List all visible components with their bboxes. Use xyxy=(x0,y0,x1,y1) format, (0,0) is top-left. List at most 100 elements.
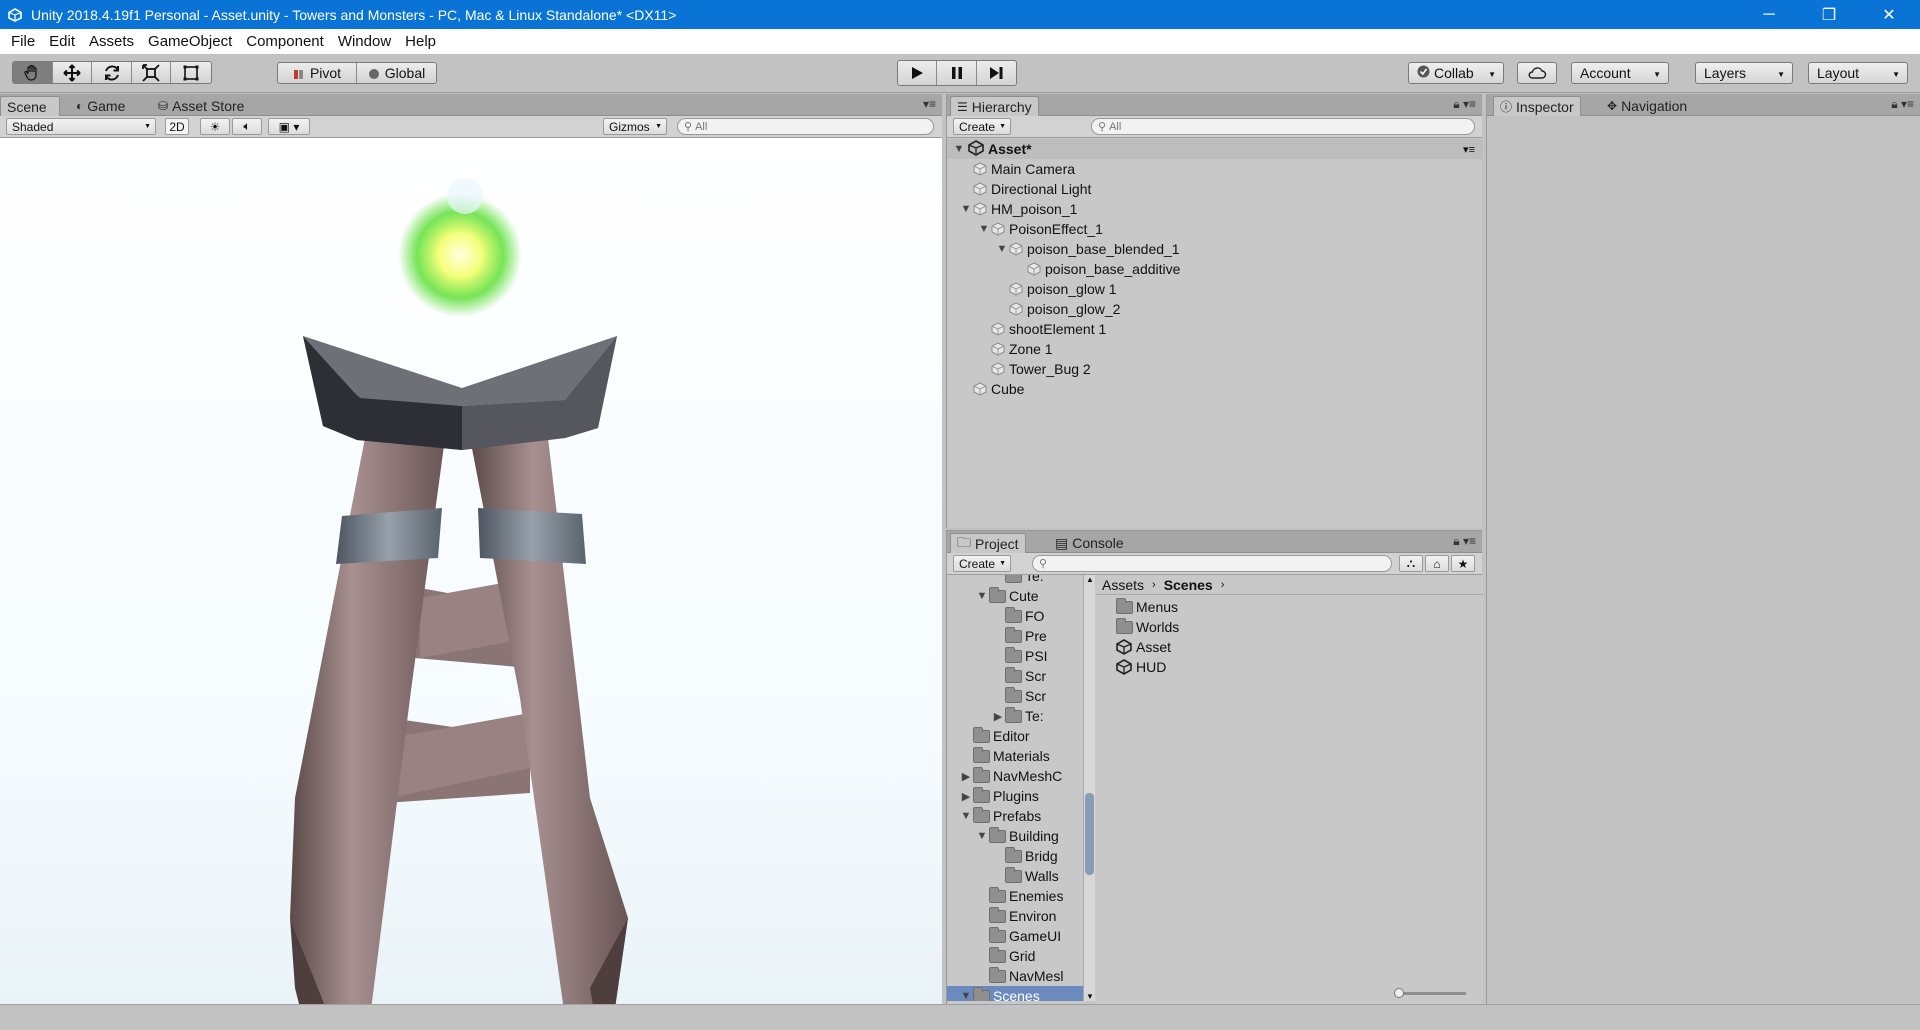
lighting-toggle[interactable]: ☀ xyxy=(200,118,230,135)
project-folder-item[interactable]: FO xyxy=(991,606,1044,626)
scene-menu-icon[interactable]: ▾≡ xyxy=(1463,143,1475,156)
pause-button[interactable] xyxy=(937,61,977,85)
menu-window[interactable]: Window xyxy=(331,33,398,50)
project-folder-item[interactable]: Materials xyxy=(959,746,1050,766)
hierarchy-item[interactable]: ▼ PoisonEffect_1 xyxy=(977,219,1103,239)
project-folder-item[interactable]: Editor xyxy=(959,726,1030,746)
fold-arrow-icon[interactable]: ▼ xyxy=(959,990,973,1001)
tab-game[interactable]: ◐ Game xyxy=(70,96,131,116)
hierarchy-item[interactable]: Tower_Bug 2 xyxy=(977,359,1091,379)
layout-dropdown[interactable]: Layout ▼ xyxy=(1808,62,1908,84)
hierarchy-create-dropdown[interactable]: Create ▼ xyxy=(953,118,1011,135)
tab-asset-store[interactable]: ⛁ Asset Store xyxy=(152,96,250,116)
fold-arrow-icon[interactable]: ▼ xyxy=(975,590,989,602)
project-folder-item[interactable]: ▶ Plugins xyxy=(959,786,1039,806)
gizmos-dropdown[interactable]: Gizmos ▼ xyxy=(603,118,667,135)
step-button[interactable] xyxy=(977,61,1016,85)
project-folder-item[interactable]: Grid xyxy=(975,946,1035,966)
tab-scene[interactable]: Scene xyxy=(0,96,60,116)
project-folder-item[interactable]: Scr xyxy=(991,666,1046,686)
project-folder-item[interactable]: Te: xyxy=(991,575,1044,586)
minimize-button[interactable]: ─ xyxy=(1741,0,1797,29)
hierarchy-item[interactable]: Cube xyxy=(959,379,1024,399)
project-folder-item[interactable]: Bridg xyxy=(991,846,1058,866)
fold-arrow-icon[interactable]: ▼ xyxy=(959,203,973,215)
hierarchy-item[interactable]: poison_base_additive xyxy=(1013,259,1180,279)
project-folder-item[interactable]: Pre xyxy=(991,626,1047,646)
breadcrumb-scenes[interactable]: Scenes xyxy=(1164,577,1213,593)
lock-icon[interactable]: 🔒︎ ▾≡ xyxy=(1453,534,1476,549)
scene-search-input[interactable]: ⚲ All xyxy=(677,118,934,135)
scale-tool-button[interactable] xyxy=(132,62,172,83)
tab-navigation[interactable]: ✥ Navigation xyxy=(1601,96,1693,116)
project-create-dropdown[interactable]: Create ▼ xyxy=(953,555,1011,572)
effects-dropdown[interactable]: ▣ ▾ xyxy=(268,118,310,135)
scene-viewport[interactable] xyxy=(0,138,942,1004)
filter-type-button[interactable]: ⛬ xyxy=(1399,555,1423,572)
layers-dropdown[interactable]: Layers ▼ xyxy=(1695,62,1793,84)
account-dropdown[interactable]: Account ▼ xyxy=(1571,62,1669,84)
tab-console[interactable]: ▤ Console xyxy=(1049,533,1130,553)
hierarchy-item[interactable]: Directional Light xyxy=(959,179,1091,199)
lock-icon[interactable]: 🔒︎ ▾≡ xyxy=(1891,97,1914,112)
project-folder-item[interactable]: Environ xyxy=(975,906,1056,926)
asset-item[interactable]: Asset xyxy=(1116,637,1171,657)
hierarchy-item[interactable]: poison_glow_2 xyxy=(995,299,1120,319)
tab-inspector[interactable]: ⓘ Inspector xyxy=(1493,96,1581,116)
menu-gameobject[interactable]: GameObject xyxy=(141,33,239,50)
panel-menu-icon[interactable]: ▾≡ xyxy=(923,97,936,111)
tree-scrollbar[interactable]: ▲ ▼ xyxy=(1083,575,1095,1001)
hierarchy-item[interactable]: shootElement 1 xyxy=(977,319,1106,339)
project-folder-item[interactable]: NavMesl xyxy=(975,966,1063,986)
hand-tool-button[interactable] xyxy=(13,62,53,83)
play-button[interactable] xyxy=(898,61,938,85)
asset-item[interactable]: HUD xyxy=(1116,657,1166,677)
tab-project[interactable]: 🗀︎ Project xyxy=(950,533,1026,553)
project-folder-item[interactable]: ▶ Te: xyxy=(991,706,1044,726)
project-folder-item[interactable]: ▼ Prefabs xyxy=(959,806,1041,826)
hierarchy-search-input[interactable]: ⚲ All xyxy=(1091,118,1475,135)
project-folder-item[interactable]: Walls xyxy=(991,866,1059,886)
hierarchy-item[interactable]: Main Camera xyxy=(959,159,1075,179)
scroll-down-icon[interactable]: ▼ xyxy=(1084,992,1096,1001)
fold-arrow-icon[interactable]: ▼ xyxy=(995,243,1009,255)
rect-tool-button[interactable] xyxy=(171,62,211,83)
move-tool-button[interactable] xyxy=(53,62,93,83)
fold-arrow-icon[interactable]: ▼ xyxy=(975,830,989,842)
favorites-button[interactable]: ★ xyxy=(1451,555,1475,572)
shading-mode-dropdown[interactable]: Shaded ▼ xyxy=(6,118,156,135)
hierarchy-item[interactable]: Zone 1 xyxy=(977,339,1053,359)
menu-assets[interactable]: Assets xyxy=(82,33,141,50)
zoom-slider-handle[interactable] xyxy=(1394,988,1404,998)
menu-edit[interactable]: Edit xyxy=(42,33,82,50)
close-button[interactable]: ✕ xyxy=(1861,0,1917,29)
menu-file[interactable]: File xyxy=(4,33,42,50)
menu-component[interactable]: Component xyxy=(239,33,331,50)
project-folder-item[interactable]: ▼ Building xyxy=(975,826,1059,846)
collab-dropdown[interactable]: Collab ▼ xyxy=(1408,62,1504,84)
project-folder-item[interactable]: Scr xyxy=(991,686,1046,706)
restore-button[interactable]: ❐ xyxy=(1801,0,1857,29)
scrollbar-thumb[interactable] xyxy=(1085,793,1094,875)
hierarchy-item[interactable]: ▼ poison_base_blended_1 xyxy=(995,239,1180,259)
audio-toggle[interactable]: 🔈︎ xyxy=(232,118,262,135)
hierarchy-item[interactable]: ▼ HM_poison_1 xyxy=(959,199,1078,219)
lock-icon[interactable]: 🔒︎ ▾≡ xyxy=(1453,97,1476,112)
fold-arrow-icon[interactable]: ▼ xyxy=(959,810,973,822)
rotate-tool-button[interactable] xyxy=(92,62,132,83)
fold-arrow-icon[interactable]: ▶ xyxy=(959,770,973,783)
pivot-button[interactable]: Pivot xyxy=(278,63,357,83)
scene-root-row[interactable]: ▼ Asset* ▾≡ xyxy=(947,139,1483,159)
asset-item[interactable]: Worlds xyxy=(1116,617,1179,637)
fold-arrow-icon[interactable]: ▶ xyxy=(959,790,973,803)
project-folder-item[interactable]: ▶ NavMeshC xyxy=(959,766,1062,786)
2d-toggle[interactable]: 2D xyxy=(165,118,189,135)
project-folder-item[interactable]: PSI xyxy=(991,646,1048,666)
scroll-up-icon[interactable]: ▲ xyxy=(1084,575,1096,584)
asset-item[interactable]: Menus xyxy=(1116,597,1178,617)
project-folder-item[interactable]: ▼ Cute xyxy=(975,586,1039,606)
cloud-button[interactable] xyxy=(1517,62,1557,84)
breadcrumb-assets[interactable]: Assets xyxy=(1102,577,1144,593)
tab-hierarchy[interactable]: ☰ Hierarchy xyxy=(950,96,1039,116)
hierarchy-item[interactable]: poison_glow 1 xyxy=(995,279,1117,299)
